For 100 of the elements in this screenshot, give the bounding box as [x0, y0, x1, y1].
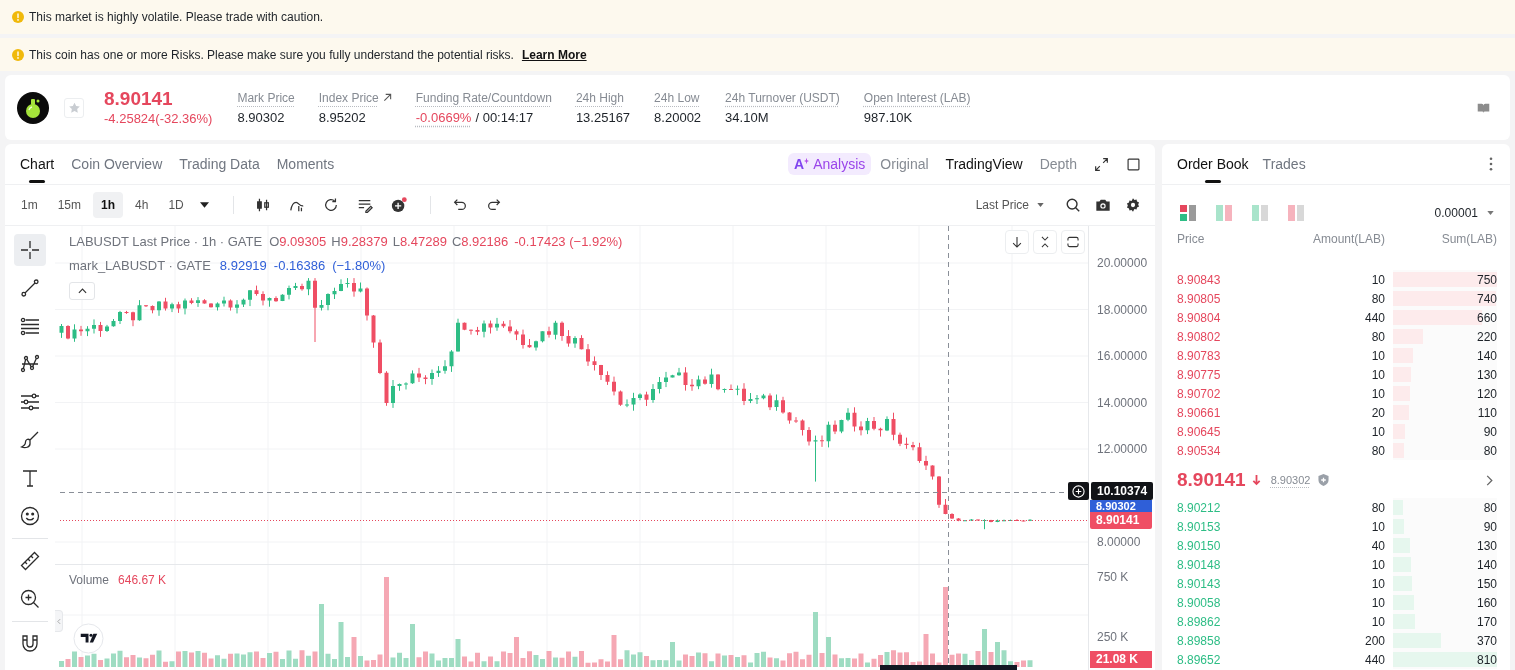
order-sum: 170	[1476, 614, 1497, 629]
ask-price: 8.90802	[1177, 329, 1222, 344]
chart-tab[interactable]: Trading Data	[179, 144, 260, 184]
chart-logo-icon	[73, 623, 104, 654]
arrow-up-right-icon	[382, 93, 392, 102]
interval-button[interactable]: 15m	[49, 192, 89, 218]
bid-price: 8.90150	[1177, 538, 1222, 553]
analysis-button[interactable]: A Analysis	[788, 153, 872, 175]
camera-icon[interactable]	[1095, 197, 1111, 213]
index-price-link[interactable]: Index Price	[318, 90, 392, 105]
book-view-both-icon[interactable]	[1180, 205, 1196, 221]
ask-price: 8.90805	[1177, 291, 1222, 306]
book-icon[interactable]	[1477, 101, 1490, 114]
stat-value: 13.25167	[575, 109, 631, 125]
interval-button[interactable]: 1h	[93, 192, 124, 218]
ask-price: 8.90534	[1177, 443, 1222, 458]
order-amount: 10	[1370, 519, 1385, 534]
chevron-right-icon[interactable]	[1486, 474, 1493, 486]
template-icon[interactable]	[356, 197, 373, 213]
interval-button[interactable]: 4h	[127, 192, 157, 218]
price-type-dropdown[interactable]: Last Price	[975, 198, 1044, 212]
ohlc-value: H9.28379	[331, 234, 388, 249]
chart-tab[interactable]: Chart	[20, 144, 55, 184]
add-indicator-icon[interactable]	[390, 197, 407, 213]
candlestick-icon[interactable]	[254, 197, 271, 213]
chart-tab[interactable]: Coin Overview	[71, 144, 163, 184]
search-icon[interactable]	[1065, 197, 1081, 213]
bid-price: 8.89858	[1177, 633, 1222, 648]
order-book-tab[interactable]: Order Book	[1177, 144, 1249, 184]
magnet-icon	[20, 634, 40, 654]
order-sum: 130	[1476, 367, 1497, 382]
crosshair-icon	[20, 240, 40, 260]
ask-price: 8.90843	[1177, 272, 1222, 287]
collapse-legend-button[interactable]	[69, 282, 95, 300]
order-amount: 10	[1370, 367, 1385, 382]
volume-axis-label: 250 K	[1097, 629, 1129, 645]
shield-plus-icon	[1318, 474, 1330, 486]
arrow-down-icon	[1010, 235, 1024, 249]
collapse-toolbar-handle[interactable]	[55, 610, 63, 632]
candle-change: -0.17423 (−1.92%)	[514, 234, 623, 249]
info-icon	[12, 48, 24, 61]
order-amount: 440	[1363, 310, 1385, 325]
order-sum: 750	[1476, 272, 1497, 287]
column-header: Sum(LAB)	[1440, 232, 1497, 248]
ask-price: 8.90661	[1177, 405, 1222, 420]
order-amount: 10	[1370, 557, 1385, 572]
order-sum: 80	[1483, 443, 1497, 458]
ruler-icon	[20, 551, 40, 571]
order-sum: 370	[1476, 633, 1497, 648]
interval-button[interactable]: 1D	[160, 192, 192, 218]
ask-price: 8.90702	[1177, 386, 1222, 401]
precision-dropdown[interactable]: 0.00001	[1434, 206, 1494, 220]
undo-icon[interactable]	[451, 197, 468, 213]
order-amount: 10	[1370, 348, 1385, 363]
view-tab[interactable]: Original	[880, 156, 929, 172]
brush-icon	[20, 430, 40, 450]
scroll-down-button[interactable]	[1005, 230, 1029, 254]
price-axis-label: 14.00000	[1097, 394, 1148, 411]
info-icon	[12, 11, 24, 23]
expand-icon[interactable]	[1094, 156, 1109, 172]
volume-tag: 21.08 K	[1090, 651, 1152, 668]
sparkle-icon	[804, 157, 810, 165]
stat-label: Funding Rate/Countdown	[415, 90, 552, 105]
column-header: Amount(LAB)	[1311, 232, 1385, 248]
square-icon[interactable]	[1126, 156, 1141, 172]
order-amount: 80	[1370, 443, 1385, 458]
order-amount: 200	[1363, 633, 1385, 648]
order-amount: 80	[1370, 291, 1385, 306]
bid-price: 8.89652	[1177, 652, 1222, 667]
caret-down-icon[interactable]	[199, 202, 209, 208]
plus-circle-icon	[1072, 484, 1085, 498]
order-amount: 10	[1370, 595, 1385, 610]
ohlc-value: O9.09305	[269, 234, 327, 249]
interval-button[interactable]: 1m	[13, 192, 46, 218]
stat-value: 34.10M	[725, 109, 770, 125]
order-sum: 740	[1476, 291, 1497, 306]
stat-label: 24h High	[575, 90, 625, 105]
redo-icon[interactable]	[485, 197, 502, 213]
symbol-title: LABUSDT Last Price · 1h · GATE	[69, 234, 263, 249]
learn-more-link[interactable]: Learn More	[521, 47, 587, 62]
view-tab[interactable]: TradingView	[945, 156, 1023, 172]
settings-icon[interactable]	[1125, 197, 1141, 213]
funding-rate: -0.0669%	[415, 109, 472, 125]
ask-price: 8.90804	[1177, 310, 1222, 325]
fullscreen-button[interactable]	[1061, 230, 1085, 254]
chart-tab[interactable]: Moments	[276, 144, 335, 184]
more-options-icon[interactable]	[1489, 157, 1493, 171]
ask-price: 8.90775	[1177, 367, 1222, 382]
order-sum: 120	[1476, 386, 1497, 401]
order-amount: 80	[1370, 500, 1385, 515]
order-sum: 90	[1483, 519, 1497, 534]
replay-icon[interactable]	[322, 197, 339, 213]
bid-price: 8.90212	[1177, 500, 1222, 515]
order-sum: 220	[1476, 329, 1497, 344]
add-alert-button[interactable]	[1068, 482, 1089, 500]
mark-percent: (−1.80%)	[332, 258, 386, 273]
mark-price-tag: 8.90302	[1090, 500, 1152, 512]
bid-price: 8.90148	[1177, 557, 1222, 572]
order-book-tab[interactable]: Trades	[1262, 144, 1306, 184]
order-amount: 10	[1370, 614, 1385, 629]
